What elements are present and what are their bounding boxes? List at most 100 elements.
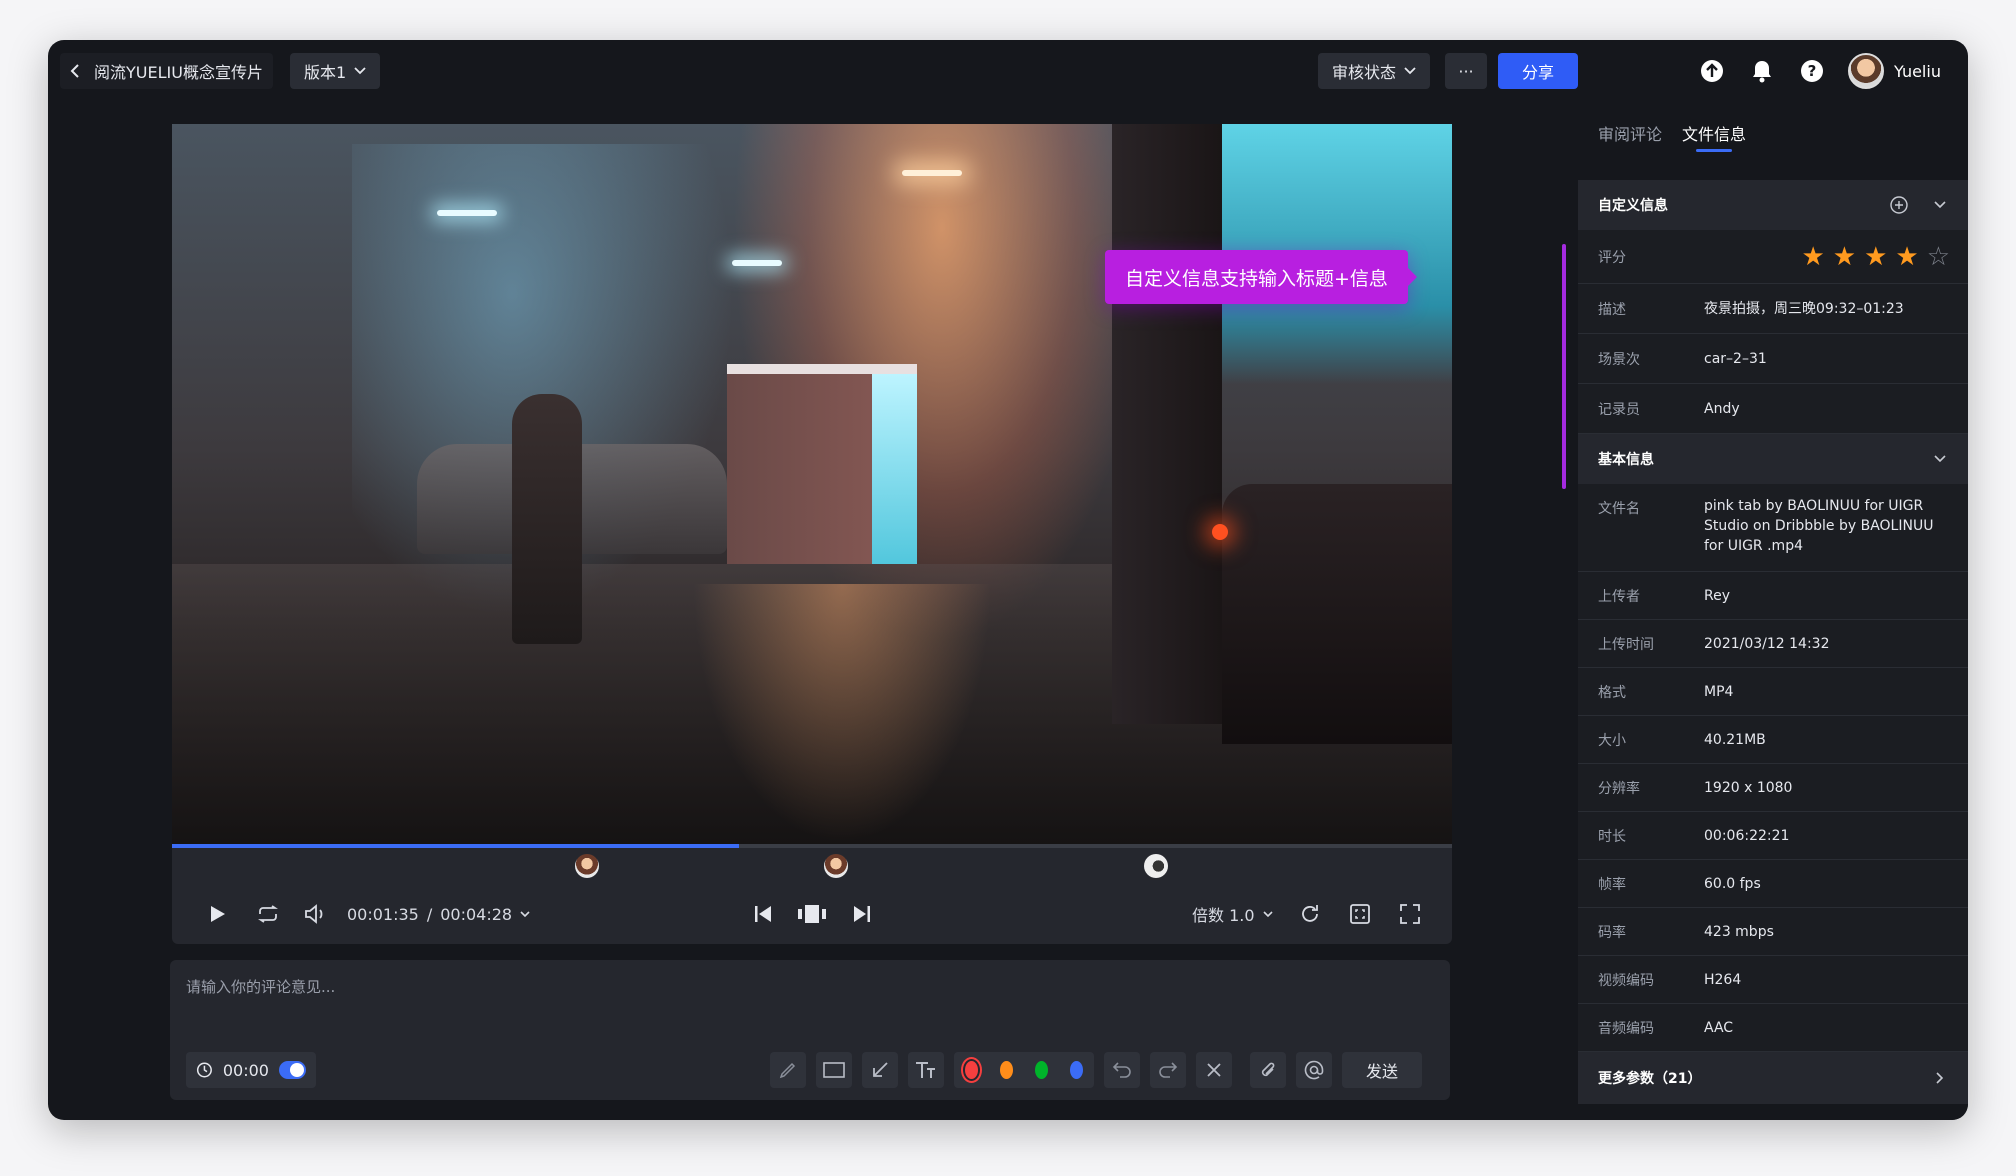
star-icon[interactable]: ★ [1895,244,1918,270]
text-tool[interactable] [908,1052,944,1088]
comment-placeholder[interactable]: 请输入你的评论意见... [186,976,335,997]
user-menu[interactable]: Yueliu [1848,53,1941,89]
timestamp-switch[interactable] [278,1061,306,1079]
star-icon[interactable]: ★ [1864,244,1887,270]
tab-review-comments[interactable]: 审阅评论 [1598,102,1662,164]
custom-info-header[interactable]: 自定义信息 [1578,180,1968,230]
chevron-down-icon[interactable] [1934,201,1946,209]
arrow-tool[interactable] [862,1052,898,1088]
send-button[interactable]: 发送 [1342,1052,1422,1088]
comment-marker[interactable] [824,854,848,878]
bell-icon[interactable] [1748,57,1776,85]
info-row: 上传时间 2021/03/12 14:32 [1578,620,1968,668]
info-key: 大小 [1598,732,1626,749]
at-icon [1304,1060,1324,1080]
fit-screen-button[interactable] [1344,898,1376,930]
comment-box[interactable]: 请输入你的评论意见... 00:00 发送 [170,960,1450,1100]
info-value: 2021/03/12 14:32 [1704,635,1830,652]
info-row: 码率 423 mbps [1578,908,1968,956]
more-params-row[interactable]: 更多参数（21） [1578,1052,1968,1104]
info-row: 音频编码 AAC [1578,1004,1968,1052]
fullscreen-icon [1400,904,1420,924]
refresh-button[interactable] [1294,898,1326,930]
info-key: 时长 [1598,828,1626,845]
next-frame-button[interactable] [846,898,878,930]
add-circle-icon[interactable] [1890,196,1908,214]
chevron-down-icon[interactable] [1934,455,1946,463]
chevron-left-icon [70,64,79,78]
star-icon[interactable]: ★ [1801,244,1824,270]
info-row: 上传者 Rey [1578,572,1968,620]
rating-stars[interactable]: ★ ★ ★ ★ ☆ [1801,244,1950,270]
pen-tool[interactable] [770,1052,806,1088]
info-row: 视频编码 H264 [1578,956,1968,1004]
rectangle-tool[interactable] [816,1052,852,1088]
attach-button[interactable] [1250,1052,1286,1088]
info-value: 40.21MB [1704,731,1766,748]
top-icons: ? Yueliu [1698,53,1941,89]
info-row: 场景次 car–2–31 [1578,334,1968,384]
info-key: 记录员 [1598,401,1640,418]
mention-button[interactable] [1296,1052,1332,1088]
color-swatch[interactable] [965,1061,978,1079]
upload-icon[interactable] [1698,57,1726,85]
more-button[interactable]: ··· [1445,53,1487,89]
basic-info-header[interactable]: 基本信息 [1578,434,1968,484]
timestamp-toggle[interactable]: 00:00 [186,1052,316,1088]
star-icon[interactable]: ★ [1833,244,1856,270]
custom-info-title: 自定义信息 [1598,198,1668,214]
video-frame[interactable] [172,124,1452,844]
color-picker[interactable] [954,1052,1094,1088]
panel-scrollbar[interactable] [1562,244,1566,489]
review-status-label: 审核状态 [1332,63,1397,82]
frame-button[interactable] [794,898,830,930]
color-swatch[interactable] [1070,1061,1083,1079]
chevron-down-icon [520,910,530,917]
help-icon[interactable]: ? [1798,57,1826,85]
close-icon [1207,1063,1221,1077]
undo-button[interactable] [1104,1052,1140,1088]
top-bar: 阅流YUELIU概念宣传片 版本1 审核状态 ··· 分享 ? Yueliu [48,40,1968,102]
chevron-down-icon [1404,67,1416,75]
paperclip-icon [1261,1062,1275,1077]
speed-label: 倍数 1.0 [1192,906,1255,925]
version-dropdown[interactable]: 版本1 [290,53,381,89]
player-area: 自定义信息支持输入标题+信息 00:01:35 / 00:04:28 倍数 1.… [48,102,1578,1120]
frame-icon [798,905,826,923]
color-swatch[interactable] [1000,1061,1013,1079]
comment-marker[interactable] [575,854,599,878]
chevron-right-icon [1936,1072,1944,1084]
color-swatch[interactable] [1035,1061,1048,1079]
side-panel: 审阅评论 文件信息 自定义信息 评分 ★ ★ ★ ★ ☆ 描述 夜景拍摄，周三晚09:32… [1578,102,1968,1120]
basic-info-title: 基本信息 [1598,452,1654,468]
info-value: 夜景拍摄，周三晚09:32–01:23 [1704,300,1904,317]
prev-frame-button[interactable] [747,898,779,930]
back-button[interactable]: 阅流YUELIU概念宣传片 [60,53,273,89]
progress-fill [172,844,740,848]
clear-button[interactable] [1196,1052,1232,1088]
play-button[interactable] [202,898,234,930]
timeline[interactable] [172,844,1452,884]
info-key: 视频编码 [1598,972,1654,989]
redo-button[interactable] [1150,1052,1186,1088]
share-button[interactable]: 分享 [1498,53,1578,89]
username: Yueliu [1894,61,1941,81]
info-row: 帧率 60.0 fps [1578,860,1968,908]
star-icon[interactable]: ☆ [1927,244,1950,270]
comment-marker[interactable] [1144,854,1168,878]
info-value: 60.0 fps [1704,875,1761,892]
speed-dropdown[interactable]: 倍数 1.0 [1192,898,1273,930]
volume-button[interactable] [300,898,332,930]
time-display[interactable]: 00:01:35 / 00:04:28 [347,898,530,930]
custom-info-tooltip: 自定义信息支持输入标题+信息 [1105,250,1417,304]
panel-tabs: 审阅评论 文件信息 [1598,102,1746,164]
loop-button[interactable] [252,898,284,930]
fullscreen-button[interactable] [1394,898,1426,930]
time-separator: / [426,904,433,924]
skip-forward-icon [854,906,870,922]
review-status-dropdown[interactable]: 审核状态 [1318,53,1431,89]
clock-icon [196,1062,212,1078]
project-title: 阅流YUELIU概念宣传片 [94,63,263,82]
player-controls: 00:01:35 / 00:04:28 倍数 1.0 [172,884,1452,944]
tab-file-info[interactable]: 文件信息 [1682,102,1746,164]
